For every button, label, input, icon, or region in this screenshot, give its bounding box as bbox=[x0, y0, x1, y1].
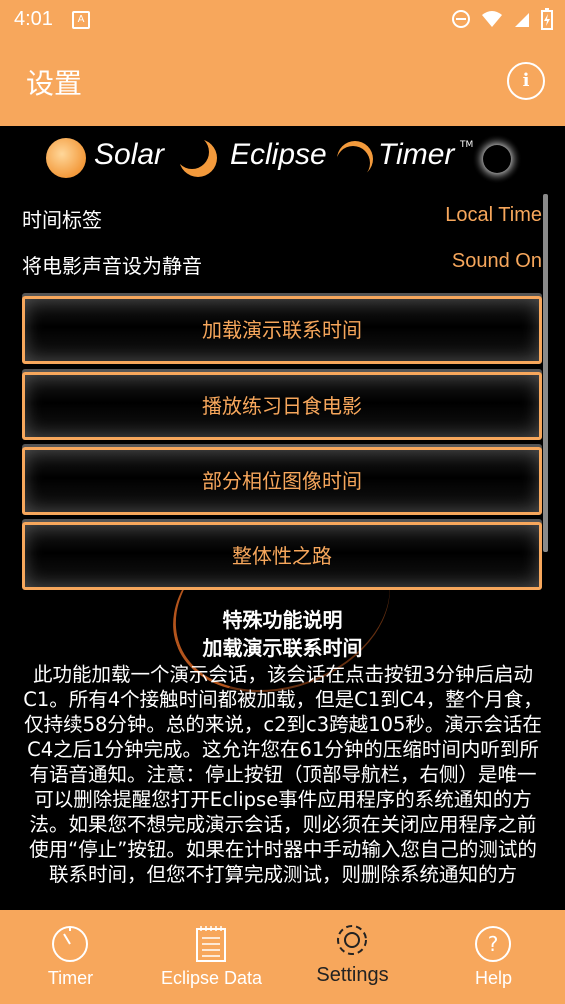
logo-word-timer: Timer bbox=[378, 138, 455, 171]
scrollbar[interactable] bbox=[543, 194, 548, 552]
description-heading: 特殊功能说明 bbox=[222, 608, 343, 632]
page-title: 设置 bbox=[26, 67, 83, 100]
help-icon: ? bbox=[473, 924, 513, 964]
play-practice-movie-button[interactable]: 播放练习日食电影 bbox=[22, 372, 542, 440]
setting-mute-movie[interactable]: 将电影声音设为静音 Sound On bbox=[22, 246, 542, 284]
stopwatch-icon bbox=[50, 924, 90, 964]
nav-eclipse-data-label: Eclipse Data bbox=[160, 968, 263, 988]
setting-mute-movie-value[interactable]: Sound On bbox=[452, 250, 542, 273]
path-of-totality-button[interactable]: 整体性之路 bbox=[22, 522, 542, 590]
app-logo: Solar Eclipse Timer TM bbox=[0, 126, 565, 192]
partial-phase-image-times-button[interactable]: 部分相位图像时间 bbox=[22, 447, 542, 515]
svg-text:?: ? bbox=[488, 932, 499, 956]
notepad-icon bbox=[191, 924, 231, 964]
wifi-icon bbox=[481, 9, 503, 34]
settings-content[interactable]: Solar Eclipse Timer TM 时间标签 Local Time 将… bbox=[0, 126, 565, 910]
thin-crescent-icon bbox=[336, 140, 374, 180]
bottom-navigation: Timer Eclipse Data Settings ? Help bbox=[0, 910, 565, 1004]
setting-mute-movie-label: 将电影声音设为静音 bbox=[22, 254, 202, 278]
info-icon[interactable]: i bbox=[507, 62, 545, 100]
nav-eclipse-data[interactable]: Eclipse Data bbox=[141, 910, 282, 1004]
gear-icon bbox=[332, 920, 372, 960]
nav-help-label: Help bbox=[474, 968, 513, 988]
logo-word-eclipse: Eclipse bbox=[230, 138, 327, 171]
description-subheading: 加载演示联系时间 bbox=[202, 636, 363, 660]
total-eclipse-icon bbox=[472, 134, 522, 184]
status-time: 4:01 bbox=[14, 8, 53, 30]
setting-time-label[interactable]: 时间标签 Local Time bbox=[22, 200, 542, 238]
load-demo-contact-times-button[interactable]: 加载演示联系时间 bbox=[22, 296, 542, 364]
nav-settings[interactable]: Settings bbox=[282, 910, 423, 1004]
nav-timer[interactable]: Timer bbox=[0, 910, 141, 1004]
do-not-disturb-icon bbox=[451, 9, 471, 34]
nav-timer-label: Timer bbox=[47, 968, 94, 988]
sun-icon bbox=[46, 138, 86, 178]
crescent-sun-icon bbox=[175, 135, 218, 178]
logo-word-solar: Solar bbox=[94, 138, 165, 171]
app-bar: 设置 i bbox=[0, 38, 565, 126]
status-bar: 4:01 A bbox=[0, 0, 565, 38]
nav-settings-label: Settings bbox=[316, 964, 389, 986]
setting-time-label-label: 时间标签 bbox=[22, 208, 102, 232]
cell-signal-icon bbox=[513, 9, 531, 34]
nav-help[interactable]: ? Help bbox=[423, 910, 564, 1004]
status-icons bbox=[451, 8, 553, 35]
notification-icon: A bbox=[72, 11, 90, 29]
description-body: 此功能加载一个演示会话，该会话在点击按钮3分钟后启动C1。所有4个接触时间都被加… bbox=[23, 663, 543, 886]
battery-icon bbox=[541, 8, 553, 35]
setting-time-label-value[interactable]: Local Time bbox=[445, 204, 542, 227]
